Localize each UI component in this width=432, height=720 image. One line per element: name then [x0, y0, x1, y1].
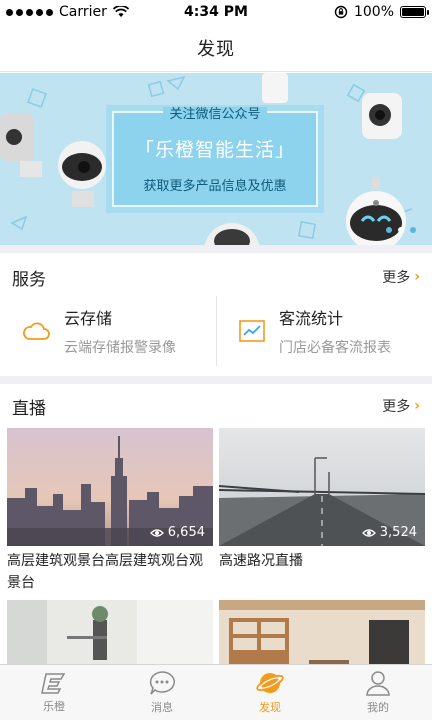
services-more-link[interactable]: 更多 ›: [382, 267, 420, 287]
live-card[interactable]: 3,524 高速路况直播: [219, 428, 425, 572]
planet-icon: [256, 673, 284, 693]
services-more-label: 更多: [382, 270, 411, 286]
chevron-right-icon: ›: [414, 269, 420, 285]
nav-bar: 发现: [0, 24, 432, 72]
services-list: 云存储 云端存储报警录像 客流统计 门店必备客流报表: [0, 296, 432, 376]
camera-illustration-bottom: [204, 223, 260, 245]
banner-line3: 获取更多产品信息及优惠: [143, 179, 287, 194]
live-card-title: 高层建筑观景台高层建筑观台观景台: [7, 553, 203, 591]
view-count-value: 6,654: [167, 525, 205, 540]
service-traffic-stats[interactable]: 客流统计 门店必备客流报表: [216, 296, 432, 366]
message-icon: [149, 671, 175, 695]
live-thumbnail-highway[interactable]: 3,524: [219, 428, 425, 546]
section-divider: [0, 376, 432, 384]
banner-card: 关注微信公众号 「乐橙智能生活」 获取更多产品信息及优惠: [112, 107, 318, 207]
live-thumbnail-city[interactable]: 6,654: [7, 428, 213, 546]
pager-dot[interactable]: [410, 227, 416, 233]
banner-line2: 「乐橙智能生活」: [134, 139, 295, 161]
status-bar: Carrier 4:34 PM 100%: [0, 0, 432, 24]
tab-lechange[interactable]: 乐橙: [0, 665, 108, 720]
service-title: 云存储: [64, 309, 113, 328]
chevron-right-icon: ›: [414, 398, 420, 414]
tab-label: 我的: [367, 701, 389, 714]
pager-dot-active[interactable]: [398, 227, 404, 233]
services-title: 服务: [12, 269, 46, 290]
service-subtitle: 门店必备客流报表: [279, 340, 391, 356]
cloud-icon: [23, 322, 50, 340]
services-header: 服务 更多 ›: [0, 255, 432, 299]
tab-label: 乐橙: [43, 700, 65, 713]
tab-discover[interactable]: 发现: [216, 665, 324, 720]
chart-icon: [239, 320, 265, 342]
battery-icon: [400, 6, 429, 18]
live-header: 直播 更多 ›: [0, 384, 432, 428]
service-title: 客流统计: [279, 309, 344, 328]
eye-icon: [361, 528, 376, 537]
live-title: 直播: [12, 398, 46, 419]
view-count-value: 3,524: [379, 525, 417, 540]
service-subtitle: 云端存储报警录像: [64, 340, 176, 356]
orientation-lock-icon: [334, 5, 348, 19]
pager-dot[interactable]: [386, 227, 392, 233]
view-count: 6,654: [149, 525, 205, 540]
promo-banner[interactable]: 关注微信公众号 「乐橙智能生活」 获取更多产品信息及优惠: [0, 73, 432, 245]
tab-label: 消息: [151, 701, 173, 714]
banner-pager[interactable]: [386, 227, 416, 233]
tab-messages[interactable]: 消息: [108, 665, 216, 720]
battery-percent: 100%: [353, 4, 394, 20]
tab-profile[interactable]: 我的: [324, 665, 432, 720]
user-icon: [366, 671, 390, 696]
view-count: 3,524: [361, 525, 417, 540]
service-cloud-storage[interactable]: 云存储 云端存储报警录像: [0, 296, 216, 366]
page-title: 发现: [197, 38, 235, 60]
tab-label: 发现: [259, 701, 281, 714]
live-more-link[interactable]: 更多 ›: [382, 396, 420, 416]
lechange-logo-icon: [41, 673, 66, 694]
live-more-label: 更多: [382, 399, 411, 415]
live-card[interactable]: 6,654 高层建筑观景台高层建筑观台观景台: [7, 428, 213, 594]
tab-bar: 乐橙 消息 发现 我的: [0, 664, 432, 720]
banner-line1: 关注微信公众号: [163, 107, 267, 122]
status-right: 100%: [334, 4, 429, 20]
section-divider: [0, 245, 432, 253]
eye-icon: [149, 528, 164, 537]
live-card-title: 高速路况直播: [219, 553, 303, 569]
